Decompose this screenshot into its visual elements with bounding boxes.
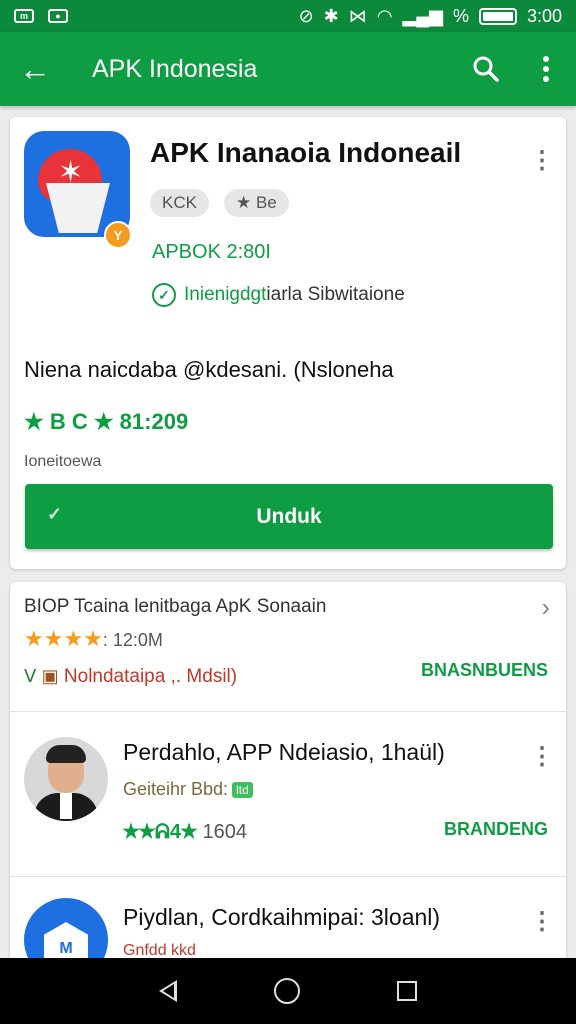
item-overflow-menu-icon[interactable]: ⋮ [530,904,554,938]
nav-home-icon[interactable] [273,978,300,1004]
app-rating: ★ B C ★ 81:209 [24,409,189,434]
list-item[interactable]: Perdahlo, APP Ndeiasio, 1haül) ⋮ Geiteih… [10,713,566,877]
badge-icon: Y [104,221,132,249]
status-bar: m ● ⊘ ✱ ⋈ ◠ ▂▄▆ % 3:00 [0,0,576,32]
section-size: : 12:0M [102,630,163,650]
wifi-icon: ◠ [376,5,393,26]
search-icon[interactable] [456,32,516,106]
signal-icon: ▂▄▆ [402,5,443,26]
app-bar: ← APK Indonesia [0,32,576,106]
chevron-right-icon[interactable]: › [541,592,550,623]
section-title: BIOP Tcaina lenitbaga ApK Sonaain [24,596,327,617]
verified-green-text: Inienigdgt [184,284,267,305]
list-item[interactable]: M Piydlan, Cordkaihmipai: 3loanl) ⋮ Gnfd… [10,878,566,962]
section-rating: ★★★★: 12:0M [24,626,163,652]
download-icon: ✓ [47,504,63,524]
star-rating-icons: ★★★★ [24,626,103,651]
battery-icon [478,7,517,25]
notification-app-icon: ● [48,9,68,23]
download-button[interactable]: ✓ Unduk [25,484,553,549]
verified-check-icon: ✓ [152,283,176,307]
nav-back-icon[interactable] [158,980,177,1002]
shield-shape [46,183,110,233]
download-label: Unduk [256,504,322,528]
plant-icon: ᐯ [24,666,37,686]
list-item-tag: BRANDENG [443,819,548,839]
related-apps-card: BIOP Tcaina lenitbaga ApK Sonaain › ★★★★… [10,582,566,962]
category-chip[interactable]: KCK [150,189,209,217]
app-detail-card: ✶ Y APK Inanaoia Indoneail ⋮ KCK ★ Be AP… [10,117,566,569]
section-row[interactable]: BIOP Tcaina lenitbaga ApK Sonaain › ★★★★… [10,582,566,712]
bluetooth-icon: ✱ [323,5,339,26]
star-icon: ✶ [58,156,84,189]
subtitle-tag: ltd [232,782,253,799]
rating-chip[interactable]: ★ Be [224,189,289,217]
developer-row: ᐯ ▣ Nolndataipa ,. Mdsil) [24,666,237,688]
battery-percent-label: % [452,5,469,26]
list-item-subtitle: Geiteihr Bbd: ltd [123,779,253,800]
house-icon: M [44,922,88,958]
app-description: Niena naicdaba @kdesani. (Nsloneha [24,357,394,382]
list-item-title: Piydlan, Cordkaihmipai: 3loanl) [123,904,441,930]
avatar [24,737,108,821]
page-title: APK Indonesia [92,54,258,83]
section-tag: BNASNBUENS [420,660,548,680]
system-nav-bar [0,958,576,1024]
clock-time: 3:00 [526,5,562,26]
verified-row: ✓ Inienigdgtiarla Sibwitaione [152,283,405,307]
app-overflow-menu-icon[interactable]: ⋮ [530,143,554,177]
list-item-rating: ★★ᕱ4★ 1604 [123,821,248,843]
no-sim-icon: ⋈ [348,5,367,26]
nfc-icon: ⊘ [298,5,314,26]
app-title: APK Inanaoia Indoneail [150,137,462,168]
back-arrow-icon[interactable]: ← [0,32,70,106]
nav-recents-icon[interactable] [397,981,418,1001]
notification-m-icon: m [14,9,34,23]
app-meta: Ioneitoewa [24,453,102,470]
overflow-menu-icon[interactable] [516,32,576,106]
developer-name: Nolndataipa ,. Mdsil) [63,666,238,687]
app-avatar: M [24,898,108,962]
version-label: APBOK 2:80I [152,241,271,263]
item-overflow-menu-icon[interactable]: ⋮ [530,739,554,773]
verified-text: iarla Sibwitaione [266,284,405,305]
list-item-title: Perdahlo, APP Ndeiasio, 1haül) [123,739,445,765]
drum-icon: ▣ [41,666,59,686]
